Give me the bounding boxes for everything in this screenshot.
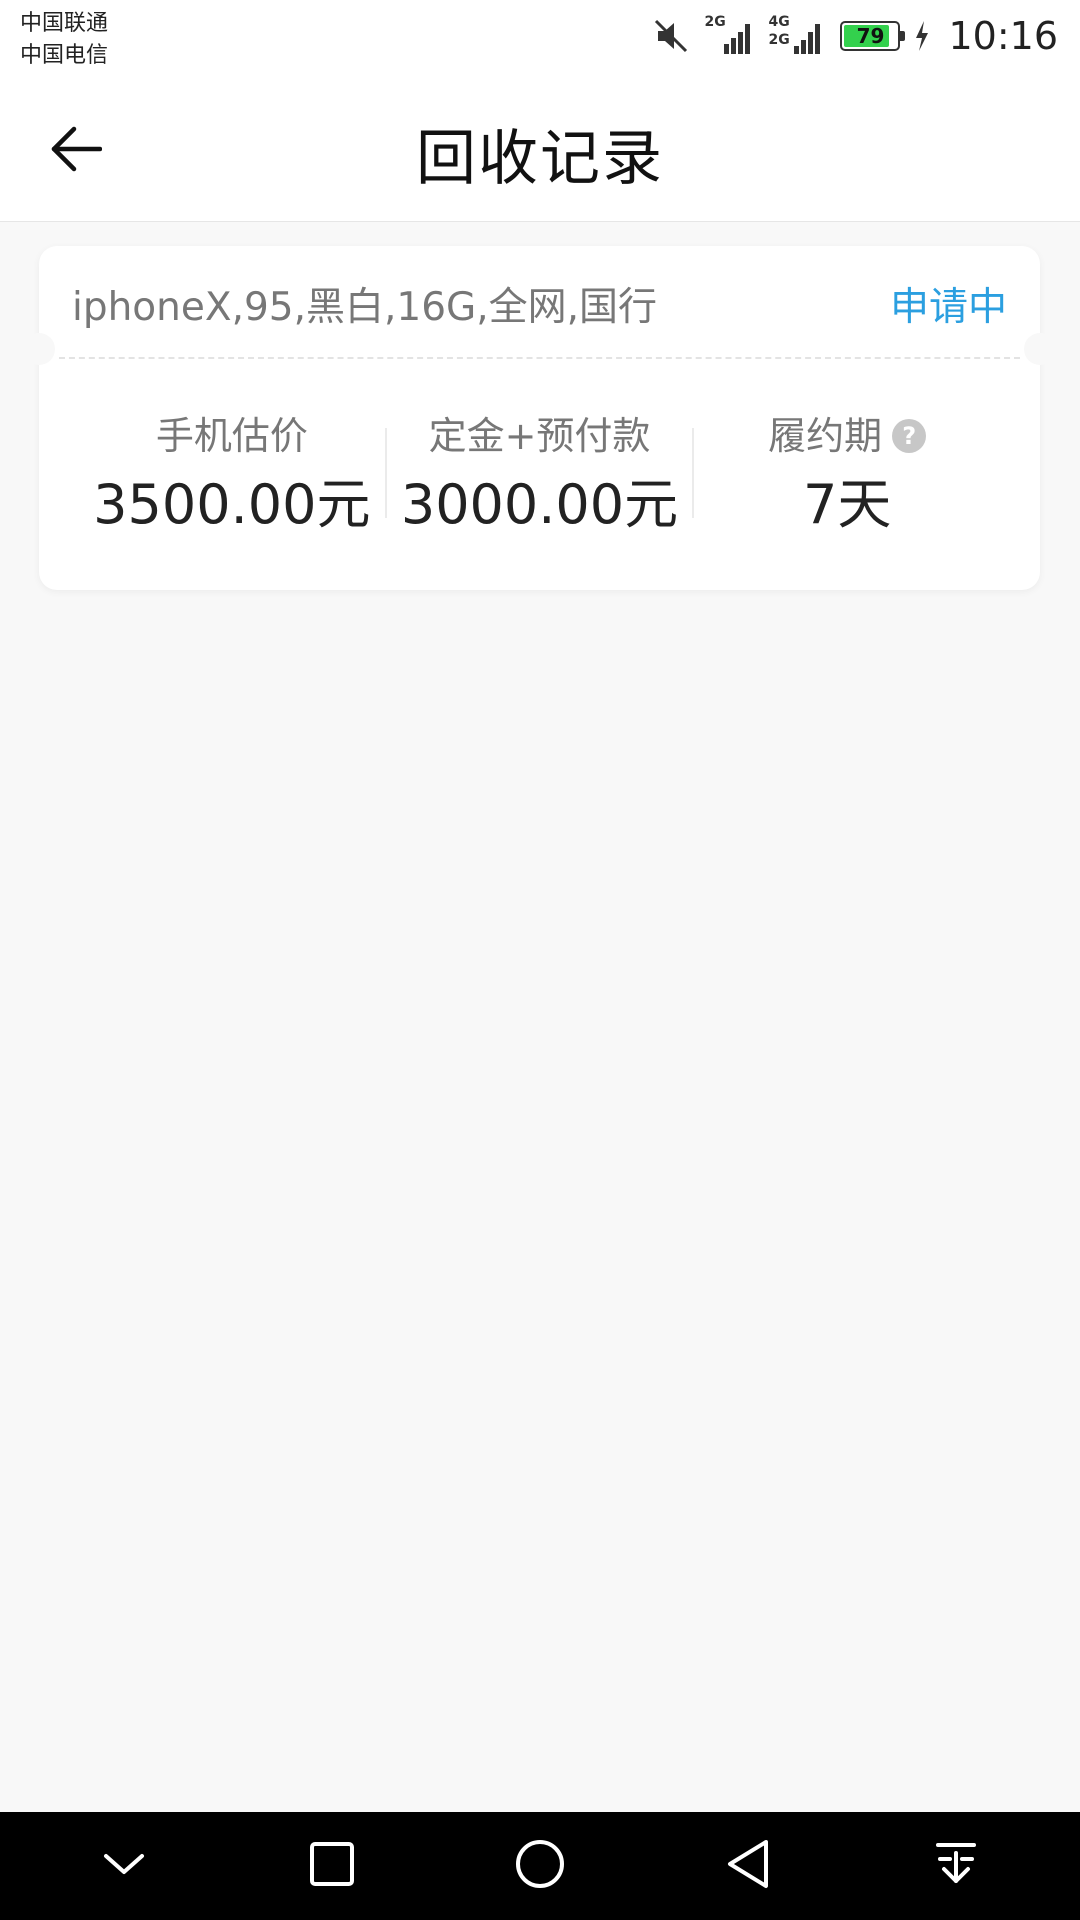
stat-value: 3500.00元 [93,473,371,536]
device-description: iphoneX,95,黑白,16G,全网,国行 [72,285,658,330]
system-nav-bar [0,1812,1080,1920]
status-indicators: 2G 4G 2G 79 10:16 [652,10,1058,62]
carrier-1: 中国联通 [20,11,109,36]
card-notch-right [1024,333,1056,365]
mute-icon [652,17,690,55]
charging-icon [914,21,930,51]
download-tray-icon [934,1841,978,1891]
status-badge: 申请中 [889,285,1007,330]
stat-value: 3000.00元 [400,473,679,536]
home-button[interactable] [480,1812,600,1920]
battery-icon: 79 [840,21,906,51]
clock: 10:16 [948,14,1058,58]
triangle-back-icon [724,1838,772,1894]
stat-value: 7天 [803,473,892,536]
battery-tip [900,31,906,41]
stat-label-row: 履约期 ? [768,406,927,466]
battery-level: 79 [856,24,885,48]
screen: 中国联通 中国电信 2G 4G 2G 79 10:16 回收记录 iphoneX… [0,0,1080,1920]
circle-icon [514,1838,566,1894]
card-notch-left [23,333,55,365]
dashed-divider [59,357,1020,359]
status-bar: 中国联通 中国电信 2G 4G 2G 79 10:16 [0,0,1080,80]
stats-row: 手机估价 3500.00元 定金+预付款 3000.00元 履约期 ? 7天 [39,406,1040,546]
page-title: 回收记录 [416,124,664,194]
recycle-record-card[interactable]: iphoneX,95,黑白,16G,全网,国行 申请中 手机估价 3500.00… [23,246,1056,590]
carrier-info: 中国联通 中国电信 [20,8,108,72]
carrier-2: 中国电信 [20,43,109,68]
card-header: iphoneX,95,黑白,16G,全网,国行 申请中 [39,246,1040,356]
recents-button[interactable] [272,1812,392,1920]
help-icon[interactable]: ? [892,419,927,453]
notification-pull-button[interactable] [896,1812,1016,1920]
stat-performance-period: 履约期 ? 7天 [694,406,1000,546]
hide-nav-button[interactable] [64,1812,184,1920]
stat-estimate: 手机估价 3500.00元 [79,406,385,546]
signal-icon-2: 4G 2G [768,14,826,56]
signal-icon-1: 2G [704,14,754,56]
chevron-down-icon [102,1850,146,1882]
app-header: 回收记录 [0,80,1080,222]
stat-deposit: 定金+预付款 3000.00元 [387,406,693,546]
stat-label: 履约期 [768,414,883,458]
stat-label: 定金+预付款 [428,414,651,458]
stat-label: 手机估价 [155,414,308,458]
square-icon [309,1841,355,1891]
back-nav-button[interactable] [688,1812,808,1920]
